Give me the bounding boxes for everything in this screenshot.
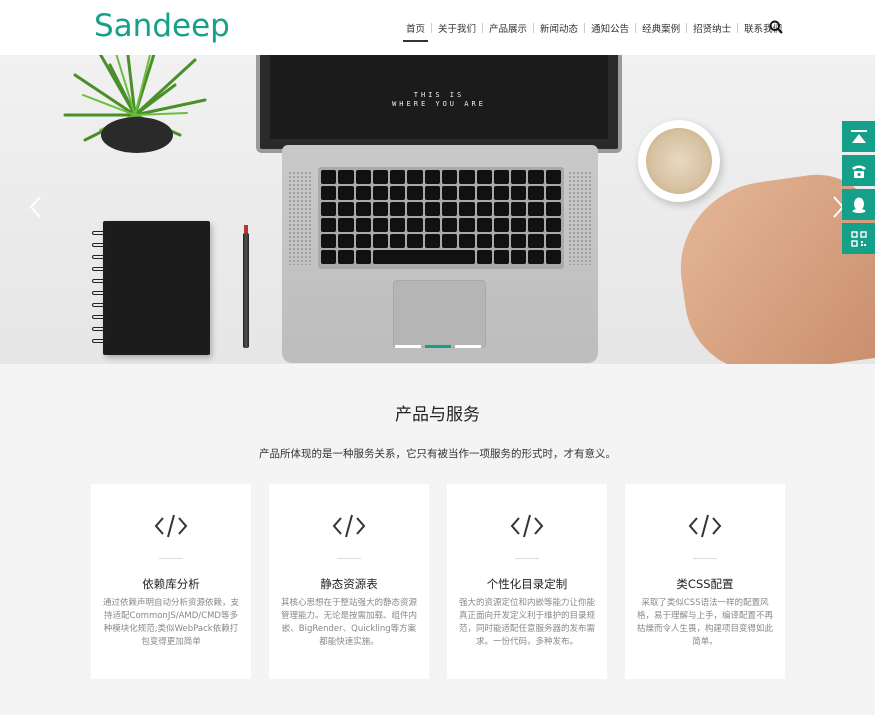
- card-description: 采取了类似CSS语法一样的配置风格，易于理解与上手，编译配置不再枯燥而令人生畏，…: [637, 598, 774, 647]
- card-divider: [693, 558, 717, 559]
- nav-item-about[interactable]: 关于我们: [432, 21, 482, 35]
- card-divider: [337, 558, 361, 559]
- nav-item-products[interactable]: 产品展示: [483, 21, 533, 35]
- laptop-screen: THIS IS WHERE YOU ARE: [256, 55, 622, 153]
- card-divider: [159, 558, 183, 559]
- code-icon: [332, 514, 366, 538]
- nav-item-home[interactable]: 首页: [400, 21, 431, 42]
- card-title: 类CSS配置: [676, 577, 734, 591]
- slider-pagination: [395, 345, 481, 348]
- coffee-cup-decoration: [638, 120, 720, 202]
- card-title: 静态资源表: [320, 577, 378, 591]
- notebook-decoration: [92, 221, 210, 355]
- laptop-base: [282, 145, 598, 363]
- slide-dot-active[interactable]: [425, 345, 451, 348]
- slide-dot[interactable]: [455, 345, 481, 348]
- keyboard: [318, 167, 564, 269]
- nav-item-cases[interactable]: 经典案例: [636, 21, 686, 35]
- service-card[interactable]: 依赖库分析 通过依赖声明自动分析资源依赖，支持适配CommonJS/AMD/CM…: [91, 484, 251, 679]
- top-icon: [850, 129, 867, 143]
- pen-decoration: [243, 225, 249, 348]
- service-card[interactable]: 静态资源表 其核心思想在于整站强大的静态资源管理能力。无论是按需加载、组件内嵌、…: [269, 484, 429, 679]
- code-icon: [510, 514, 544, 538]
- site-header: Sandeep 首页 关于我们 产品展示 新闻动态 通知公告 经典案例 招贤纳士…: [0, 0, 875, 55]
- screen-text-line2: WHERE YOU ARE: [392, 100, 486, 108]
- slide-dot[interactable]: [395, 345, 421, 348]
- main-nav: 首页 关于我们 产品展示 新闻动态 通知公告 经典案例 招贤纳士 联系我们: [400, 21, 788, 42]
- plant-decoration: [63, 55, 207, 153]
- code-icon: [154, 514, 188, 538]
- card-title: 依赖库分析: [142, 577, 200, 591]
- side-toolbar: [842, 121, 875, 254]
- screen-text-line1: THIS IS: [413, 91, 465, 99]
- brand-logo[interactable]: Sandeep: [94, 8, 230, 44]
- section-title: 产品与服务: [395, 405, 480, 425]
- qq-icon: [852, 197, 865, 213]
- service-card[interactable]: 个性化目录定制 强大的资源定位和内嵌等能力让你能真正面向开发定义利于维护的目录规…: [447, 484, 607, 679]
- back-to-top-button[interactable]: [842, 121, 875, 152]
- trackpad: [393, 280, 486, 348]
- qrcode-button[interactable]: [842, 223, 875, 254]
- hero-banner: THIS IS WHERE YOU ARE: [0, 55, 875, 364]
- service-cards: 依赖库分析 通过依赖声明自动分析资源依赖，支持适配CommonJS/AMD/CM…: [91, 484, 785, 679]
- card-description: 其核心思想在于整站强大的静态资源管理能力。无论是按需加载、组件内嵌、BigRen…: [281, 598, 418, 647]
- card-title: 个性化目录定制: [486, 577, 568, 591]
- card-description: 强大的资源定位和内嵌等能力让你能真正面向开发定义利于维护的目录规范，同时能适配任…: [459, 598, 596, 647]
- nav-item-jobs[interactable]: 招贤纳士: [687, 21, 737, 35]
- qrcode-icon: [850, 230, 867, 247]
- service-card[interactable]: 类CSS配置 采取了类似CSS语法一样的配置风格，易于理解与上手，编译配置不再枯…: [625, 484, 785, 679]
- nav-item-notices[interactable]: 通知公告: [585, 21, 635, 35]
- chevron-left-icon[interactable]: [28, 195, 44, 219]
- card-divider: [515, 558, 539, 559]
- search-icon[interactable]: [769, 20, 783, 34]
- phone-button[interactable]: [842, 155, 875, 186]
- logo-text: Sandeep: [94, 8, 230, 44]
- phone-icon: [851, 165, 866, 178]
- card-description: 通过依赖声明自动分析资源依赖，支持适配CommonJS/AMD/CMD等多种模块…: [103, 598, 240, 647]
- nav-item-news[interactable]: 新闻动态: [534, 21, 584, 35]
- code-icon: [688, 514, 722, 538]
- section-subtitle: 产品所体现的是一种服务关系，它只有被当作一项服务的形式时，才有意义。: [259, 448, 616, 460]
- qq-button[interactable]: [842, 189, 875, 220]
